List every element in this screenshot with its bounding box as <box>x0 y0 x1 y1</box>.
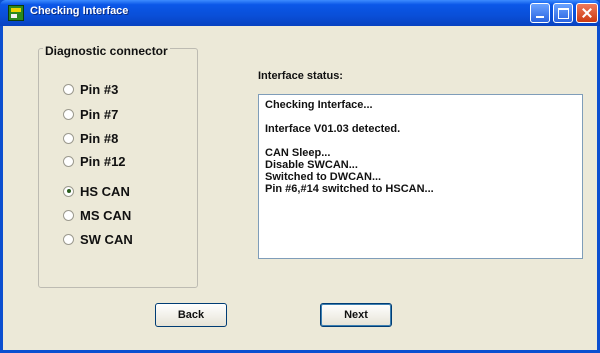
radio-label: Pin #8 <box>80 130 119 146</box>
interface-status-log[interactable]: Checking Interface... Interface V01.03 d… <box>258 94 583 259</box>
close-button[interactable] <box>576 3 598 23</box>
radio-ms-can[interactable]: MS CAN <box>63 207 131 223</box>
radio-button-icon[interactable] <box>63 155 74 167</box>
radio-label: Pin #3 <box>80 81 119 97</box>
back-button[interactable]: Back <box>155 303 227 327</box>
status-line: Disable SWCAN... <box>265 159 358 171</box>
next-button[interactable]: Next <box>320 303 392 327</box>
status-line: Interface V01.03 detected. <box>265 123 401 135</box>
diagnostic-connector-label: Diagnostic connector <box>43 44 170 58</box>
radio-button-icon[interactable] <box>63 209 74 221</box>
radio-label: MS CAN <box>80 207 132 223</box>
radio-button-icon[interactable] <box>63 233 74 245</box>
app-icon <box>8 5 24 21</box>
title-bar[interactable]: Checking Interface <box>0 0 600 26</box>
radio-label: HS CAN <box>80 183 130 199</box>
radio-hs-can[interactable]: HS CAN <box>63 183 130 199</box>
minimize-button[interactable] <box>530 3 550 23</box>
maximize-button[interactable] <box>553 3 573 23</box>
status-line: Checking Interface... <box>265 99 373 111</box>
client-area: Diagnostic connector Pin #3 Pin #7 Pin #… <box>3 26 597 350</box>
radio-pin-3[interactable]: Pin #3 <box>63 81 118 97</box>
radio-label: Pin #7 <box>80 106 119 122</box>
checking-interface-window: Checking Interface Diagnostic connector … <box>0 0 600 353</box>
radio-pin-8[interactable]: Pin #8 <box>63 130 118 146</box>
window-title: Checking Interface <box>30 5 129 17</box>
radio-label: Pin #12 <box>80 153 126 169</box>
radio-button-icon[interactable] <box>63 83 74 95</box>
interface-status-label: Interface status: <box>258 70 343 82</box>
radio-button-checked-icon[interactable] <box>63 185 74 197</box>
status-line: Pin #6,#14 switched to HSCAN... <box>265 183 434 195</box>
status-line: CAN Sleep... <box>265 147 331 159</box>
radio-button-icon[interactable] <box>63 132 74 144</box>
status-line-blank <box>265 135 576 147</box>
status-line-blank <box>265 111 576 123</box>
status-line: Switched to DWCAN... <box>265 171 382 183</box>
radio-sw-can[interactable]: SW CAN <box>63 231 133 247</box>
radio-label: SW CAN <box>80 231 133 247</box>
radio-button-icon[interactable] <box>63 108 74 120</box>
radio-pin-12[interactable]: Pin #12 <box>63 153 126 169</box>
radio-pin-7[interactable]: Pin #7 <box>63 106 118 122</box>
